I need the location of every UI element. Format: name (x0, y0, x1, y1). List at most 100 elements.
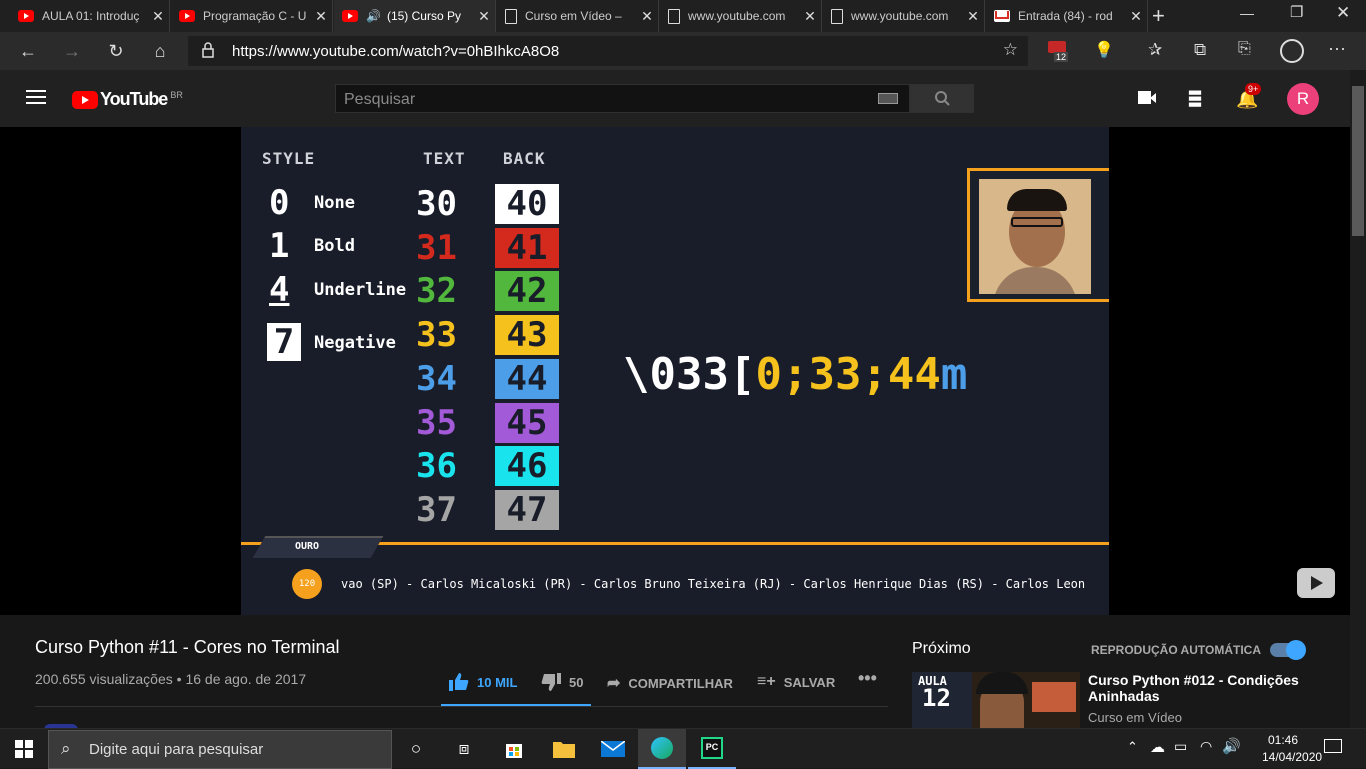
extension-icon[interactable]: 12 (1048, 41, 1070, 63)
task-view-icon[interactable]: ⧈ (440, 729, 488, 769)
tab-aula-01[interactable]: AULA 01: Introduç ✕ (10, 0, 170, 32)
back-header: BACK (503, 149, 546, 168)
mail-icon[interactable] (589, 729, 637, 769)
notification-center-icon[interactable] (1324, 739, 1342, 753)
playlist-add-icon: ≡+ (757, 673, 776, 690)
back-icon[interactable]: ← (8, 32, 48, 70)
taskbar-search-input[interactable]: ⌕ Digite aqui para pesquisar (48, 730, 392, 769)
close-tab-icon[interactable]: ✕ (1125, 8, 1147, 25)
next-video-channel[interactable]: Curso em Vídeo (1088, 710, 1182, 725)
address-bar[interactable]: https://www.youtube.com/watch?v=0hBIhkcA… (188, 36, 1028, 66)
up-next-heading: Próximo (912, 640, 971, 657)
style-label: Bold (314, 236, 355, 256)
clock-date: 14/04/2020 (1262, 750, 1323, 764)
lightbulb-icon[interactable]: 💡 (1094, 40, 1114, 60)
favorites-icon[interactable]: ✰ (1148, 40, 1162, 60)
more-icon[interactable]: ··· (1328, 38, 1346, 59)
thumbs-down-icon (541, 673, 561, 691)
battery-icon[interactable]: ▭ (1174, 738, 1187, 755)
pycharm-icon[interactable]: PC (688, 729, 736, 769)
back-color-code: 42 (495, 271, 559, 312)
video-frame[interactable]: STYLE TEXT BACK 0 None 1 Bold 4 Underlin… (241, 127, 1109, 615)
youtube-icon (342, 10, 358, 22)
onedrive-icon[interactable]: ☁ (1150, 738, 1165, 756)
keyboard-icon[interactable] (878, 93, 898, 104)
windows-start-icon[interactable] (0, 729, 48, 769)
speaker-icon[interactable]: 🔊 (366, 9, 381, 23)
text-color-code: 35 (416, 402, 457, 443)
show-hidden-icons[interactable]: ⌃ (1127, 739, 1138, 755)
close-tab-icon[interactable]: ✕ (147, 8, 169, 25)
close-tab-icon[interactable]: ✕ (799, 8, 821, 25)
escape-prefix: \033 (623, 349, 729, 400)
tab-label: AULA 01: Introduç (42, 9, 140, 23)
close-tab-icon[interactable]: ✕ (962, 8, 984, 25)
tab-label: www.youtube.com (851, 9, 949, 23)
video-player[interactable]: STYLE TEXT BACK 0 None 1 Bold 4 Underlin… (0, 127, 1350, 615)
back-color-code: 43 (495, 315, 559, 356)
volume-icon[interactable]: 🔊 (1222, 737, 1241, 755)
save-button[interactable]: ≡+ SALVAR (757, 673, 835, 691)
more-actions-icon[interactable]: ••• (858, 668, 877, 689)
store-icon[interactable] (490, 729, 538, 769)
style-header: STYLE (262, 149, 316, 168)
thumbs-up-icon (449, 673, 469, 691)
next-video-thumbnail[interactable]: AULA 12 (912, 672, 1080, 728)
autoplay-toggle[interactable] (1270, 640, 1306, 660)
escape-codes: 0;33;44 (755, 349, 941, 400)
restore-icon[interactable]: ❐ (1290, 3, 1303, 21)
search-icon (935, 91, 950, 106)
close-tab-icon[interactable]: ✕ (310, 8, 332, 25)
forward-icon[interactable]: → (52, 32, 92, 70)
wifi-icon[interactable]: ◠ (1200, 738, 1212, 755)
avatar[interactable]: R (1287, 83, 1319, 115)
new-tab-icon[interactable]: + (1152, 3, 1165, 29)
dislike-button[interactable]: 50 (541, 673, 583, 691)
apps-icon[interactable]: ▪▪▪ ▪▪▪ ▪▪▪ (1188, 84, 1202, 113)
minimize-icon[interactable]: — (1240, 5, 1254, 21)
next-video-title[interactable]: Curso Python #012 - Condições Aninhadas (1088, 672, 1328, 704)
favorite-star-icon[interactable]: ☆ (1003, 40, 1018, 60)
profile-icon[interactable] (1280, 39, 1304, 63)
view-count: 200.655 visualizações (35, 671, 173, 687)
share-icon[interactable]: ⎘ (1238, 40, 1251, 58)
tab-curso-python[interactable]: 🔊 (15) Curso Py ✕ (334, 0, 496, 32)
close-tab-icon[interactable]: ✕ (636, 8, 658, 25)
style-label: Negative (314, 333, 396, 353)
collections-icon[interactable]: ⧉ (1194, 40, 1206, 60)
menu-icon[interactable] (26, 90, 46, 104)
tab-label: www.youtube.com (688, 9, 786, 23)
file-explorer-icon[interactable] (540, 729, 588, 769)
address-toolbar: ← → ↻ ⌂ https://www.youtube.com/watch?v=… (0, 32, 1366, 70)
tab-programacao-c[interactable]: Programação C - U ✕ (171, 0, 333, 32)
video-title: Curso Python #11 - Cores no Terminal (35, 637, 340, 657)
cortana-icon[interactable]: ○ (392, 729, 440, 769)
share-button[interactable]: ➦ COMPARTILHAR (607, 673, 733, 693)
close-window-icon[interactable]: ✕ (1336, 3, 1350, 23)
back-color-code: 46 (495, 446, 559, 487)
tab-youtube-2[interactable]: www.youtube.com ✕ (823, 0, 985, 32)
clock[interactable]: 01:46 14/04/2020 (1262, 733, 1323, 764)
edge-dev-icon[interactable] (638, 729, 686, 769)
search-button[interactable] (910, 84, 974, 113)
scrollbar-thumb[interactable] (1352, 86, 1364, 236)
tab-label: Programação C - U (203, 9, 307, 23)
like-button[interactable]: 10 MIL (449, 673, 517, 691)
thumb-number: 12 (922, 684, 951, 712)
tab-curso-em-video[interactable]: Curso em Vídeo – ✕ (497, 0, 659, 32)
create-video-icon[interactable] (1138, 91, 1156, 105)
youtube-header: YouTube BR Pesquisar ▪▪▪ ▪▪▪ ▪▪▪ 🔔 9+ R (0, 70, 1350, 127)
text-color-code: 32 (416, 271, 457, 312)
tab-gmail[interactable]: Entrada (84) - rod ✕ (986, 0, 1148, 32)
text-color-code: 33 (416, 315, 457, 356)
page-icon (505, 8, 517, 24)
tab-youtube-1[interactable]: www.youtube.com ✕ (660, 0, 822, 32)
search-input[interactable]: Pesquisar (335, 84, 910, 113)
share-arrow-icon: ➦ (607, 675, 621, 692)
webcam-frame (967, 168, 1109, 302)
close-tab-icon[interactable]: ✕ (473, 8, 495, 25)
home-icon[interactable]: ⌂ (140, 32, 180, 70)
miniplayer-icon[interactable] (1297, 568, 1335, 598)
youtube-logo[interactable]: YouTube BR (72, 89, 183, 110)
refresh-icon[interactable]: ↻ (96, 32, 136, 70)
